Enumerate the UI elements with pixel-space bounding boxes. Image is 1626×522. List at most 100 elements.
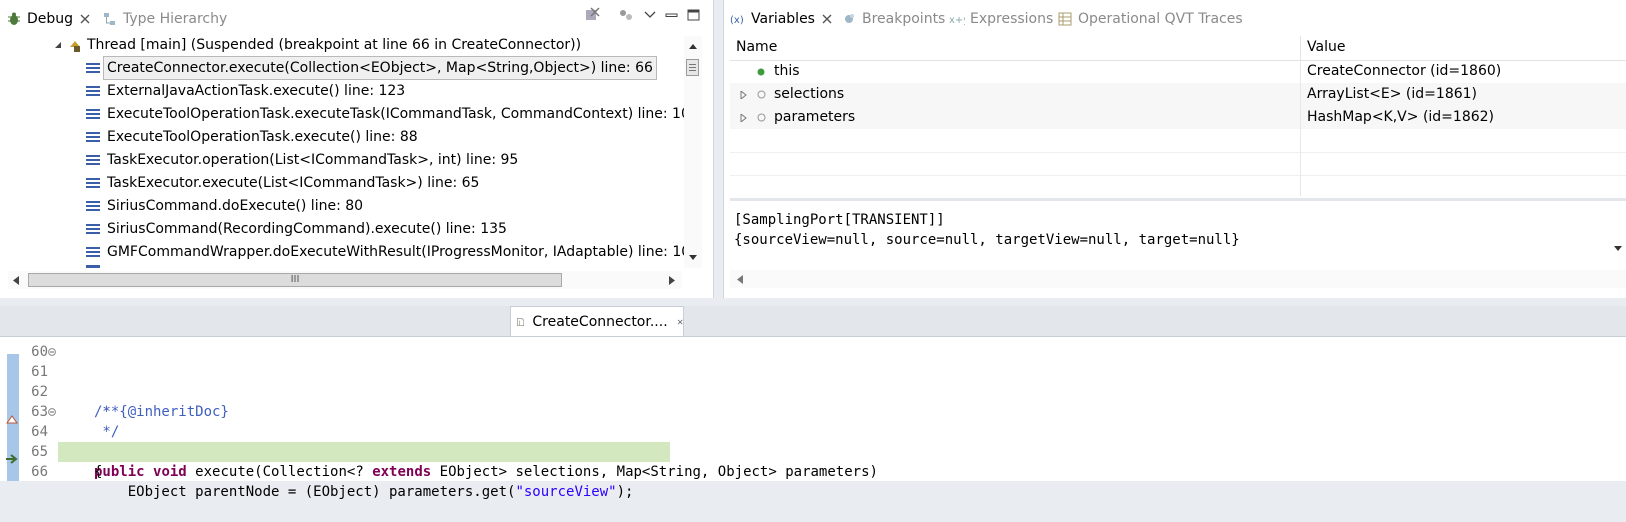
stack-frame-icon <box>86 247 100 257</box>
stack-frame-label: ExecuteToolOperationTask.execute() line:… <box>107 129 418 145</box>
tab-type-hierarchy-label: Type Hierarchy <box>123 10 228 27</box>
tab-operational-qvt-traces[interactable]: Operational QVT Traces <box>1057 4 1243 33</box>
stack-frame-row[interactable]: ExternalJavaActionTask.execute() line: 1… <box>0 80 680 102</box>
code-line[interactable]: 62 * {@inheritDoc} <box>0 362 1626 420</box>
column-divider <box>1300 60 1301 196</box>
stack-frame-label: SiriusCommand.doExecute() line: 80 <box>107 198 364 214</box>
stack-frame-label: CreateConnector.execute(Collection<EObje… <box>103 56 657 80</box>
stack-frame-icon <box>86 155 100 165</box>
stack-frame-row[interactable]: ExecuteToolOperationTask.execute() line:… <box>0 126 680 148</box>
stack-frame-icon <box>86 109 100 119</box>
stack-frame-row[interactable]: SiriusCommand.doExecute() line: 80 <box>0 195 680 217</box>
tab-variables[interactable]: (x) Variables <box>730 4 833 33</box>
scroll-right-icon[interactable] <box>668 276 676 285</box>
parameter-icon <box>757 113 766 122</box>
vertical-scrollbar[interactable] <box>684 36 702 268</box>
tab-expressions[interactable]: x+y Expressions <box>949 4 1053 33</box>
code-line[interactable]: 64 public void execute(Collection<? exte… <box>0 402 1626 480</box>
code-line[interactable]: 63 */ <box>0 382 1626 440</box>
tab-debug[interactable]: Debug <box>6 4 91 33</box>
hierarchy-icon <box>104 12 115 25</box>
variable-row-this[interactable]: this CreateConnector (id=1860) <box>730 60 1626 83</box>
java-editor: J CreateConnector.... 60 61 /** 62 * {@i… <box>0 306 1626 500</box>
stack-frame-label: TaskExecutor.operation(List<ICommandTask… <box>107 152 519 168</box>
parameter-icon <box>757 90 766 99</box>
tab-debug-label: Debug <box>27 10 74 27</box>
variable-row-selections[interactable]: selections ArrayList<E> (id=1861) <box>730 83 1626 106</box>
table-icon <box>1058 12 1072 25</box>
code-text: public void execute(Collection<? extends… <box>94 462 878 482</box>
scroll-thumb[interactable] <box>686 59 699 76</box>
stack-frame-row[interactable]: SiriusCommand(RecordingCommand).execute(… <box>0 218 680 240</box>
variable-row-empty <box>730 152 1626 176</box>
stack-frame-icon <box>86 224 100 234</box>
code-line[interactable]: 65 { <box>0 422 1626 480</box>
stack-frame-row[interactable]: ExecuteToolOperationTask.executeTask(ICo… <box>0 103 699 125</box>
stack-frame-label: ExecuteToolOperationTask.executeTask(ICo… <box>107 106 699 122</box>
variable-value: CreateConnector (id=1860) <box>1307 63 1502 79</box>
stack-frame-row[interactable]: TaskExecutor.operation(List<ICommandTask… <box>0 149 680 171</box>
expressions-icon: x+y <box>949 15 965 26</box>
detail-line: [SamplingPort[TRANSIENT]] <box>734 212 945 228</box>
stack-frame-row[interactable]: GMFCommandWrapper.doExecuteWithResult(IP… <box>0 241 699 263</box>
tab-breakpoints[interactable]: Breakpoints <box>841 4 945 33</box>
code-line[interactable]: 61 /** <box>0 342 1626 420</box>
code-string: "sourceView" <box>515 484 617 500</box>
thread-label: Thread [main] (Suspended (breakpoint at … <box>87 37 582 53</box>
fold-collapse-icon[interactable] <box>48 408 56 416</box>
code-text: EObject parentNode = (EObject) parameter… <box>94 482 634 502</box>
remove-terminated-icon[interactable] <box>583 6 601 24</box>
code-keyword: extends <box>372 464 432 480</box>
stack-frame-icon <box>86 86 100 96</box>
suspended-thread-icon <box>70 41 80 52</box>
scroll-thumb[interactable]: III <box>28 273 562 287</box>
code-line[interactable]: 60 <box>0 322 1626 360</box>
scroll-down-icon[interactable] <box>1613 245 1623 253</box>
expand-arrow-icon[interactable] <box>740 114 747 122</box>
stack-frame-row[interactable]: CreateConnector.execute(Collection<EObje… <box>0 56 680 80</box>
stack-frame-icon <box>86 63 100 73</box>
debug-view: Debug Type Hierarchy Thread [main] (Susp… <box>0 0 714 298</box>
variable-value: HashMap<K,V> (id=1862) <box>1307 109 1494 125</box>
bug-icon <box>8 12 20 25</box>
fold-collapse-icon[interactable] <box>48 348 56 356</box>
expand-arrow-icon[interactable] <box>54 41 62 49</box>
column-divider[interactable] <box>1300 36 1301 60</box>
horizontal-scrollbar[interactable] <box>730 270 1626 288</box>
maximize-icon[interactable] <box>685 6 703 24</box>
variable-row-empty <box>730 129 1626 153</box>
stack-frame-icon <box>86 132 100 142</box>
variable-detail-pane[interactable]: [SamplingPort[TRANSIENT]] {sourceView=nu… <box>730 201 1626 267</box>
scroll-down-icon[interactable] <box>688 254 698 262</box>
stack-frame-row[interactable]: TaskExecutor.execute(List<ICommandTask>)… <box>0 172 680 194</box>
minimize-icon[interactable] <box>663 6 681 24</box>
close-icon[interactable] <box>79 13 91 25</box>
horizontal-scrollbar[interactable]: III <box>8 271 682 289</box>
variable-row-parameters[interactable]: parameters HashMap<K,V> (id=1862) <box>730 106 1626 129</box>
code-line-current[interactable]: 66 EObject parentNode = (EObject) parame… <box>0 442 1626 500</box>
scroll-left-icon[interactable] <box>12 276 20 285</box>
variable-value: ArrayList<E> (id=1861) <box>1307 86 1477 102</box>
thread-row[interactable]: Thread [main] (Suspended (breakpoint at … <box>0 34 680 56</box>
variable-row-empty <box>730 175 1626 195</box>
scroll-up-icon[interactable] <box>688 42 698 50</box>
stack-frame-label: SiriusCommand(RecordingCommand).execute(… <box>107 221 507 237</box>
variable-name: parameters <box>774 109 856 125</box>
view-menu-icon[interactable] <box>641 6 659 24</box>
detail-line: {sourceView=null, source=null, targetVie… <box>734 232 1240 248</box>
column-header-name[interactable]: Name <box>736 39 777 55</box>
stack-frame-icon <box>86 265 100 268</box>
tab-type-hierarchy[interactable]: Type Hierarchy <box>102 4 227 33</box>
code-keyword: void <box>153 464 187 480</box>
tab-breakpoints-label: Breakpoints <box>862 10 946 27</box>
code-text: ); <box>616 484 634 500</box>
close-icon[interactable] <box>821 13 833 25</box>
stack-frame-label: ExternalJavaActionTask.execute() line: 1… <box>107 83 406 99</box>
scroll-left-icon[interactable] <box>736 275 744 284</box>
line-number-partial <box>26 466 48 474</box>
column-header-value[interactable]: Value <box>1307 39 1345 55</box>
tab-variables-label: Variables <box>751 10 815 27</box>
expand-arrow-icon[interactable] <box>740 91 747 99</box>
code-text: EObject> selections, Map<String, Object>… <box>439 464 878 480</box>
threads-icon[interactable] <box>617 6 635 24</box>
